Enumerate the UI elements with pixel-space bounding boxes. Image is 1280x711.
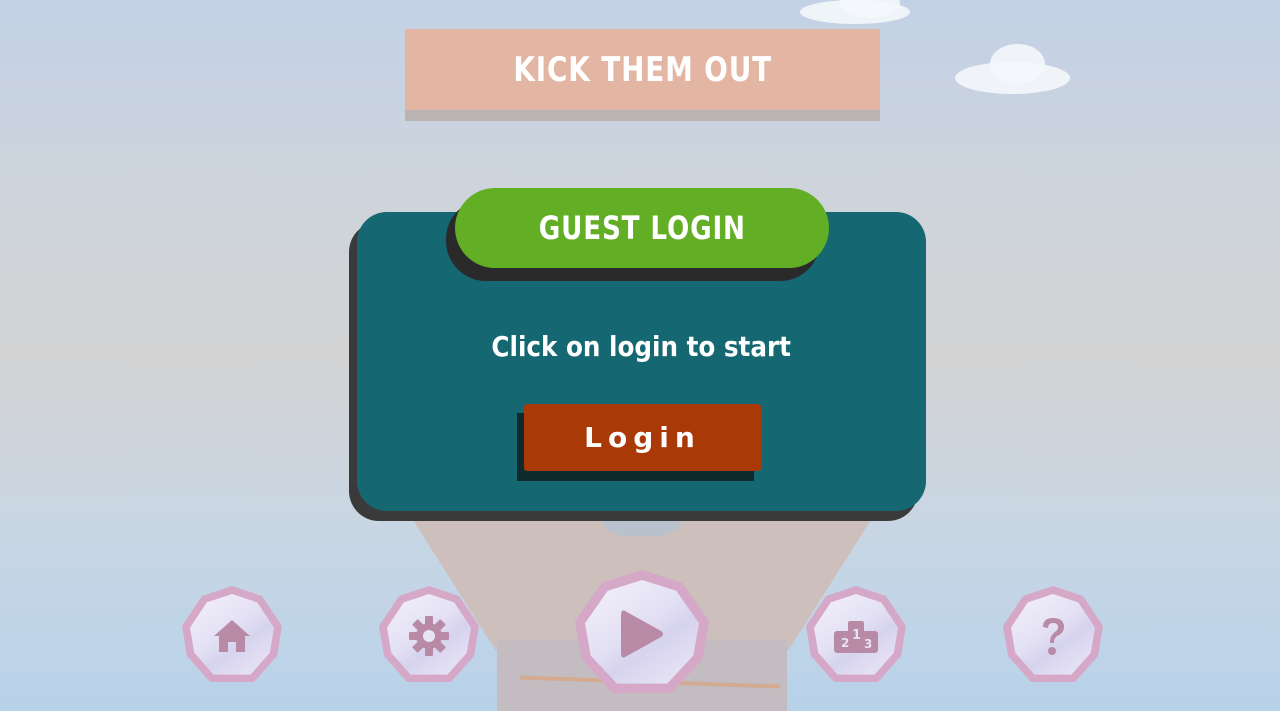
podium-icon: 2 1 3 xyxy=(834,621,878,653)
title-banner: KICK THEM OUT xyxy=(405,29,880,110)
game-title: KICK THEM OUT xyxy=(513,49,772,90)
help-button[interactable] xyxy=(1003,586,1103,682)
login-instruction-text: Click on login to start xyxy=(491,330,792,363)
settings-button-face xyxy=(387,594,471,675)
login-button-label: Login xyxy=(584,421,701,454)
svg-text:1: 1 xyxy=(852,628,861,643)
home-button[interactable] xyxy=(182,586,282,682)
help-button-face xyxy=(1011,594,1095,675)
guest-login-header: GUEST LOGIN xyxy=(455,188,829,268)
home-button-face xyxy=(190,594,274,675)
play-button-face xyxy=(585,580,699,684)
gear-icon xyxy=(409,616,449,656)
login-button[interactable]: Login xyxy=(524,404,761,471)
leaderboard-button-face: 2 1 3 xyxy=(814,594,898,675)
login-instruction: Click on login to start xyxy=(357,330,926,363)
svg-text:2: 2 xyxy=(841,636,849,650)
svg-text:3: 3 xyxy=(864,637,872,651)
question-icon xyxy=(1043,618,1064,655)
cloud xyxy=(990,44,1045,84)
home-icon xyxy=(214,620,250,652)
guest-login-label: GUEST LOGIN xyxy=(538,209,746,247)
leaderboard-button[interactable]: 2 1 3 xyxy=(806,586,906,682)
play-icon xyxy=(621,610,663,658)
settings-button[interactable] xyxy=(379,586,479,682)
